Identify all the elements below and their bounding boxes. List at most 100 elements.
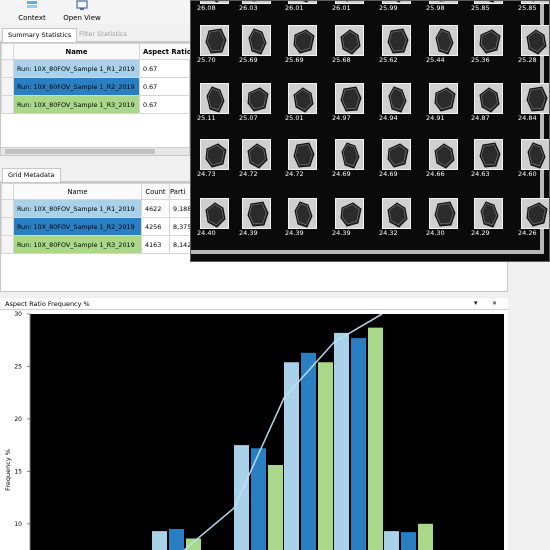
particle-tile[interactable]: 25.85	[518, 1, 549, 12]
particle-tile[interactable]: 26.01	[332, 1, 368, 12]
tab-summary-statistics[interactable]: Summary Statistics	[2, 28, 78, 42]
particle-value-label: 26.01	[285, 4, 304, 12]
particle-tile[interactable]: 25.69	[239, 23, 275, 64]
row-header[interactable]	[1, 59, 14, 78]
particle-tile[interactable]: 26.01	[285, 1, 321, 12]
run-name-cell[interactable]: Run: 10X_80FOV_Sample 1_R1_2019	[13, 199, 142, 218]
table-row[interactable]: Run: 10X_80FOV_Sample 1_R3_2019 0.67	[1, 95, 198, 114]
particle-tile[interactable]: 25.36	[471, 23, 507, 64]
particle-value-label: 25.62	[379, 56, 398, 64]
scrollbar-thumb[interactable]	[5, 149, 155, 154]
particle-value-label: 25.99	[379, 4, 398, 12]
particle-tile[interactable]: 25.28	[518, 23, 549, 64]
aspect-ratio-cell[interactable]: 0.67	[139, 59, 198, 78]
particle-tile[interactable]: 25.07	[239, 81, 275, 122]
particle-tile[interactable]: 24.63	[471, 137, 507, 178]
particle-tile[interactable]: 25.62	[379, 23, 415, 64]
table-row[interactable]: Run: 10X_80FOV_Sample 1_R2_2019 4256 8,3…	[1, 217, 194, 236]
aspect-ratio-cell[interactable]: 0.67	[139, 95, 198, 114]
chart-bar	[318, 362, 333, 550]
column-header-aspect-ratio[interactable]: Aspect Ratio	[139, 43, 198, 60]
particle-tile[interactable]: 24.69	[332, 137, 368, 178]
particle-tile[interactable]: 24.39	[285, 196, 321, 237]
particle-tile[interactable]: 24.94	[379, 81, 415, 122]
particle-tile[interactable]: 24.97	[332, 81, 368, 122]
particle-value-label: 24.87	[471, 114, 490, 122]
particle-tile[interactable]: 25.68	[332, 23, 368, 64]
row-header[interactable]	[1, 217, 14, 236]
particle-tile[interactable]: 25.69	[285, 23, 321, 64]
column-header-count[interactable]: Count	[141, 183, 170, 200]
particle-tile[interactable]: 24.26	[518, 196, 549, 237]
close-icon[interactable]: ✕	[492, 300, 497, 307]
open-view-button[interactable]: Open View	[62, 0, 102, 24]
particle-value-label: 25.98	[426, 4, 445, 12]
particle-tile[interactable]: 24.91	[426, 81, 462, 122]
tab-filter-statistics[interactable]: Filter Statistics	[74, 28, 132, 42]
particle-value-label: 24.69	[379, 170, 398, 178]
aspect-ratio-cell[interactable]: 0.67	[139, 77, 198, 96]
aspect-ratio-frequency-chart[interactable]: 30 25 20 15 10 Frequency %	[0, 310, 508, 550]
particle-tile[interactable]: 24.72	[285, 137, 321, 178]
run-name-cell[interactable]: Run: 10X_80FOV_Sample 1_R1_2019	[13, 59, 140, 78]
particle-tile[interactable]: 24.66	[426, 137, 462, 178]
particle-tile[interactable]: 26.08	[197, 1, 233, 12]
particle-value-label: 24.66	[426, 170, 445, 178]
particle-tile[interactable]: 25.85	[471, 1, 507, 12]
particle-tile[interactable]: 24.87	[471, 81, 507, 122]
particle-image	[200, 198, 229, 229]
column-header-name[interactable]: Name	[13, 43, 140, 60]
count-cell[interactable]: 4256	[141, 217, 170, 236]
particle-tile[interactable]: 25.01	[285, 81, 321, 122]
particle-image-window[interactable]: 26.08 26.03 26.01 26.01 25.99 25.98 25.85 25.85…	[190, 0, 550, 262]
particle-tile[interactable]: 24.32	[379, 196, 415, 237]
particle-image	[429, 83, 458, 114]
row-header[interactable]	[1, 235, 14, 254]
particle-tile[interactable]: 25.99	[379, 1, 415, 12]
particle-tile[interactable]: 24.39	[239, 196, 275, 237]
context-button[interactable]: Context	[14, 0, 50, 24]
particle-tile[interactable]: 25.70	[197, 23, 233, 64]
particle-tile[interactable]: 25.11	[197, 81, 233, 122]
particle-tile[interactable]: 26.03	[239, 1, 275, 12]
particle-value-label: 25.85	[518, 4, 537, 12]
run-name-cell[interactable]: Run: 10X_80FOV_Sample 1_R3_2019	[13, 235, 142, 254]
particle-tile[interactable]: 24.72	[239, 137, 275, 178]
particle-value-label: 24.60	[518, 170, 537, 178]
particle-tile[interactable]: 24.29	[471, 196, 507, 237]
row-header[interactable]	[1, 77, 14, 96]
column-header-name[interactable]: Name	[13, 183, 142, 200]
particle-tile[interactable]: 24.40	[197, 196, 233, 237]
run-name-cell[interactable]: Run: 10X_80FOV_Sample 1_R3_2019	[13, 95, 140, 114]
chart-bar	[384, 531, 399, 550]
particle-tile[interactable]: 24.30	[426, 196, 462, 237]
particle-tile[interactable]: 24.69	[379, 137, 415, 178]
particle-tile[interactable]: 24.39	[332, 196, 368, 237]
particle-tile[interactable]: 24.60	[518, 137, 549, 178]
horizontal-scrollbar[interactable]	[1, 147, 189, 155]
particle-image	[242, 25, 271, 56]
summary-tabbar: Summary Statistics Filter Statistics	[0, 26, 190, 42]
run-name-cell[interactable]: Run: 10X_80FOV_Sample 1_R2_2019	[13, 77, 140, 96]
tab-grid-metadata[interactable]: Grid Metadata	[2, 168, 61, 182]
particle-image	[429, 198, 458, 229]
table-row[interactable]: Run: 10X_80FOV_Sample 1_R2_2019 0.67	[1, 77, 198, 96]
particle-tile[interactable]: 25.44	[426, 23, 462, 64]
particle-tile[interactable]: 24.73	[197, 137, 233, 178]
row-header[interactable]	[1, 199, 14, 218]
row-header[interactable]	[1, 95, 14, 114]
chart-bar	[234, 445, 249, 550]
chart-bar	[334, 332, 349, 550]
run-name-cell[interactable]: Run: 10X_80FOV_Sample 1_R2_2019	[13, 217, 142, 236]
table-row[interactable]: Run: 10X_80FOV_Sample 1_R1_2019 0.67	[1, 59, 198, 78]
table-row[interactable]: Run: 10X_80FOV_Sample 1_R3_2019 4163 8,1…	[1, 235, 194, 254]
particle-tile[interactable]: 24.84	[518, 81, 549, 122]
count-cell[interactable]: 4163	[141, 235, 170, 254]
table-row[interactable]: Run: 10X_80FOV_Sample 1_R1_2019 4622 9,1…	[1, 199, 194, 218]
particle-image	[242, 139, 271, 170]
particle-value-label: 25.69	[239, 56, 258, 64]
chevron-down-icon[interactable]: ▾	[474, 299, 478, 307]
particle-tile[interactable]: 25.98	[426, 1, 462, 12]
particle-value-label: 24.39	[285, 229, 304, 237]
count-cell[interactable]: 4622	[141, 199, 170, 218]
